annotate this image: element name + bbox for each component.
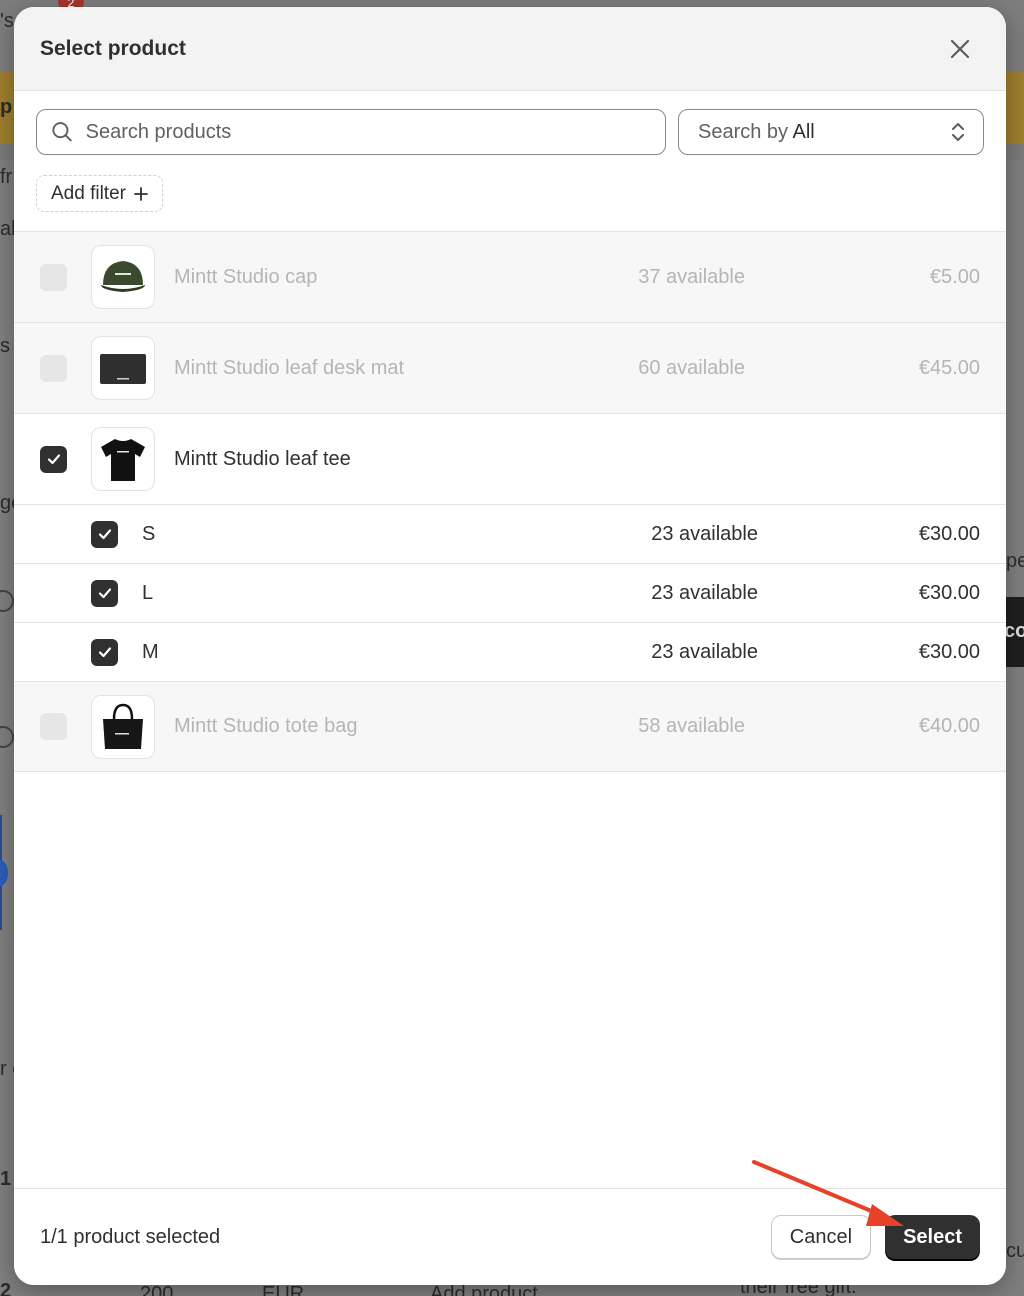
checkmark-icon xyxy=(98,647,111,658)
bg-text: s xyxy=(0,335,10,357)
variant-row: L 23 available €30.00 xyxy=(14,563,1006,622)
product-row: Mintt Studio tote bag 58 available €40.0… xyxy=(14,681,1006,772)
product-availability: 60 available xyxy=(638,356,745,379)
modal-title: Select product xyxy=(40,36,186,60)
tote-bag-thumbnail xyxy=(91,694,155,759)
variant-price: €30.00 xyxy=(918,640,980,663)
footer-actions: Cancel Select xyxy=(770,1215,980,1259)
plus-icon xyxy=(134,186,148,201)
tee-icon xyxy=(101,439,145,481)
product-checkbox[interactable] xyxy=(40,263,67,291)
add-filter-button[interactable]: Add filter xyxy=(36,175,163,212)
product-checkbox-checked[interactable] xyxy=(40,445,67,473)
product-checkbox[interactable] xyxy=(40,354,67,382)
select-chevron-icon xyxy=(952,123,964,141)
product-checkbox[interactable] xyxy=(40,713,67,740)
search-by-text: Search by All xyxy=(698,121,815,144)
bg-text: fr xyxy=(0,166,13,188)
bg-text: pe xyxy=(1006,550,1024,572)
product-availability: 37 available xyxy=(638,265,745,288)
search-by-value: All xyxy=(792,120,815,143)
bg-text: p xyxy=(0,96,13,118)
product-name: Mintt Studio cap xyxy=(174,265,318,288)
close-button[interactable] xyxy=(940,29,980,69)
bg-text: co xyxy=(1004,620,1024,642)
variant-checkbox-checked[interactable] xyxy=(91,579,118,607)
variant-availability: 23 available xyxy=(651,522,758,545)
add-filter-label: Add filter xyxy=(51,182,126,204)
variant-row: M 23 available €30.00 xyxy=(14,622,1006,681)
bg-text: 's xyxy=(0,10,14,32)
close-icon xyxy=(950,39,970,58)
cap-icon xyxy=(101,261,145,292)
product-row: Mintt Studio cap 37 available €5.00 xyxy=(14,231,1006,322)
tee-thumbnail xyxy=(91,427,155,491)
product-row-selected: Mintt Studio leaf tee xyxy=(14,413,1006,504)
bg-text: cu xyxy=(1006,1240,1024,1262)
select-button[interactable]: Select xyxy=(885,1215,980,1259)
product-price: €5.00 xyxy=(929,265,980,288)
product-name: Mintt Studio tote bag xyxy=(174,715,358,737)
selection-status: 1/1 product selected xyxy=(40,1225,221,1248)
tote-bag-icon xyxy=(103,703,143,749)
variant-row: S 23 available €30.00 xyxy=(14,504,1006,563)
variant-name: S xyxy=(142,522,156,545)
search-area: Search by All Add filter xyxy=(14,91,1006,212)
product-row: Mintt Studio leaf desk mat 60 available … xyxy=(14,322,1006,413)
variant-price: €30.00 xyxy=(918,522,980,545)
product-name: Mintt Studio leaf tee xyxy=(174,447,351,470)
variant-availability: 23 available xyxy=(651,640,758,663)
modal-header: Select product xyxy=(14,7,1006,91)
product-price: €40.00 xyxy=(918,715,980,737)
checkmark-icon xyxy=(98,588,111,599)
modal-footer: 1/1 product selected Cancel Select xyxy=(14,1188,1006,1285)
variant-name: L xyxy=(142,581,154,604)
product-list: Mintt Studio cap 37 available €5.00 Mint… xyxy=(14,231,1006,772)
search-input[interactable] xyxy=(85,120,651,144)
bg-text: 1 xyxy=(0,1168,12,1190)
search-by-select[interactable]: Search by All xyxy=(678,109,984,155)
cap-thumbnail xyxy=(91,245,155,309)
variant-name: M xyxy=(142,640,159,663)
checkmark-icon xyxy=(47,454,60,465)
cancel-button[interactable]: Cancel xyxy=(770,1215,872,1259)
desk-mat-icon xyxy=(100,354,146,384)
select-product-modal: Select product Search by All xyxy=(14,7,1006,1285)
desk-mat-thumbnail xyxy=(91,336,155,400)
variant-price: €30.00 xyxy=(918,581,980,604)
bg-text: 2 xyxy=(0,1280,12,1296)
product-availability: 58 available xyxy=(638,715,745,737)
search-by-label: Search by xyxy=(698,120,789,143)
search-icon xyxy=(52,122,72,142)
variant-checkbox-checked[interactable] xyxy=(91,638,118,666)
variant-checkbox-checked[interactable] xyxy=(91,520,118,548)
product-price: €45.00 xyxy=(918,356,980,379)
checkmark-icon xyxy=(98,529,111,540)
product-name: Mintt Studio leaf desk mat xyxy=(174,356,405,379)
search-field[interactable] xyxy=(36,109,666,155)
search-row: Search by All xyxy=(36,109,984,155)
variant-availability: 23 available xyxy=(651,581,758,604)
